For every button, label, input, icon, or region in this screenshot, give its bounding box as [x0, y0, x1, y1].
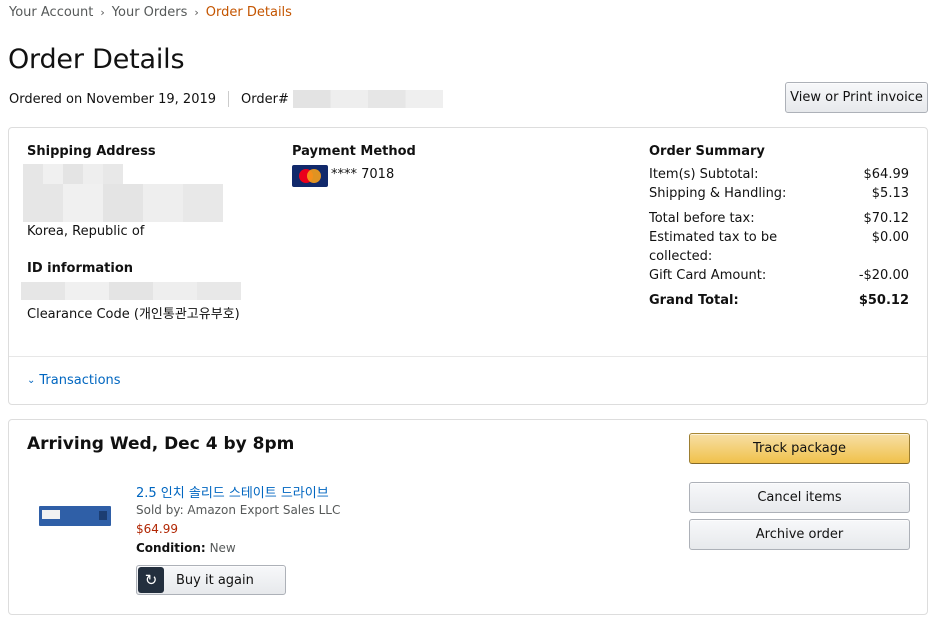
- clearance-code-label: Clearance Code (개인통관고유부호): [27, 307, 240, 322]
- id-number-redacted: [21, 282, 241, 300]
- breadcrumb: Your Account › Your Orders › Order Detai…: [9, 5, 292, 20]
- summary-label: Total before tax:: [649, 211, 755, 226]
- summary-row-shipping: Shipping & Handling: $5.13: [649, 186, 909, 201]
- summary-row-subtotal: Item(s) Subtotal: $64.99: [649, 167, 909, 182]
- summary-value: $0.00: [871, 230, 909, 245]
- summary-value: $70.12: [863, 211, 910, 226]
- chevron-down-icon: ⌄: [27, 375, 36, 386]
- archive-order-button[interactable]: Archive order: [689, 519, 910, 550]
- product-image[interactable]: [39, 506, 111, 526]
- condition-value: New: [209, 541, 236, 555]
- summary-label: collected:: [649, 249, 713, 264]
- order-info-box: Shipping Address Korea, Republic of ID i…: [8, 127, 928, 405]
- product-title-link[interactable]: 2.5 인치 솔리드 스테이트 드라이브: [136, 482, 329, 501]
- transactions-toggle[interactable]: ⌄ Transactions: [27, 373, 121, 388]
- track-package-button[interactable]: Track package: [689, 433, 910, 464]
- cancel-items-button[interactable]: Cancel items: [689, 482, 910, 513]
- breadcrumb-separator: ›: [100, 6, 105, 19]
- shipment-box: Arriving Wed, Dec 4 by 8pm 2.5 인치 솔리드 스테…: [8, 419, 928, 615]
- buy-again-icon: ↻: [138, 567, 164, 593]
- condition-label: Condition:: [136, 541, 206, 555]
- summary-label: Gift Card Amount:: [649, 268, 767, 283]
- meta-divider: [228, 91, 230, 107]
- transactions-label: Transactions: [39, 373, 121, 388]
- order-meta: Ordered on November 19, 2019 Order#: [9, 90, 443, 108]
- section-divider: [9, 356, 927, 357]
- card-last4: **** 7018: [331, 167, 395, 182]
- order-number-redacted: [292, 90, 443, 108]
- buy-it-again-label: Buy it again: [176, 572, 254, 588]
- summary-label: Item(s) Subtotal:: [649, 167, 759, 182]
- summary-row-grand-total: Grand Total: $50.12: [649, 293, 909, 308]
- order-summary-heading: Order Summary: [649, 144, 765, 159]
- summary-label: Grand Total:: [649, 293, 739, 308]
- breadcrumb-separator: ›: [194, 6, 199, 19]
- summary-row-total-before-tax: Total before tax: $70.12: [649, 211, 909, 226]
- page-title: Order Details: [8, 44, 185, 75]
- breadcrumb-your-account[interactable]: Your Account: [9, 5, 93, 20]
- payment-method-heading: Payment Method: [292, 144, 416, 159]
- summary-row-estimated-tax: Estimated tax to be $0.00: [649, 230, 909, 245]
- order-number-label: Order#: [241, 91, 289, 107]
- buy-it-again-button[interactable]: ↻ Buy it again: [136, 565, 286, 595]
- summary-value: $50.12: [858, 293, 909, 308]
- mastercard-icon: [292, 165, 328, 187]
- summary-row-gift-card: Gift Card Amount: -$20.00: [649, 268, 909, 283]
- product-condition: Condition: New: [136, 541, 236, 555]
- summary-value: $5.13: [871, 186, 909, 201]
- summary-label: Estimated tax to be: [649, 230, 778, 245]
- view-print-invoice-button[interactable]: View or Print invoice: [785, 82, 928, 113]
- summary-row-estimated-tax-cont: collected:: [649, 249, 909, 264]
- shipping-country: Korea, Republic of: [27, 224, 145, 239]
- shipping-name-redacted: [23, 164, 123, 186]
- ordered-on-date: Ordered on November 19, 2019: [9, 91, 217, 107]
- summary-value: $64.99: [863, 167, 910, 182]
- breadcrumb-order-details: Order Details: [205, 5, 292, 20]
- breadcrumb-your-orders[interactable]: Your Orders: [112, 5, 188, 20]
- shipping-address-heading: Shipping Address: [27, 144, 156, 159]
- arriving-date: Arriving Wed, Dec 4 by 8pm: [27, 434, 295, 454]
- summary-value: -$20.00: [858, 268, 909, 283]
- shipping-street-redacted: [23, 184, 223, 222]
- product-price: $64.99: [136, 522, 178, 536]
- sold-by: Sold by: Amazon Export Sales LLC: [136, 503, 341, 517]
- id-information-heading: ID information: [27, 261, 134, 276]
- summary-label: Shipping & Handling:: [649, 186, 787, 201]
